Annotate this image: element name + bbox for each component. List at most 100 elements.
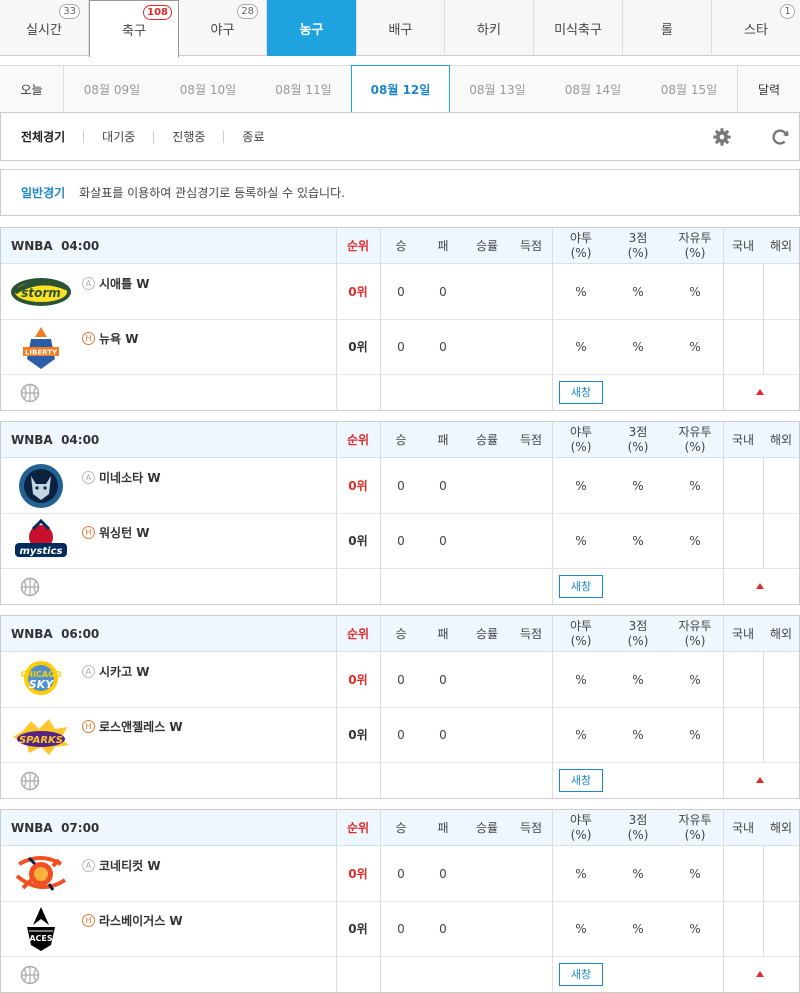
tab-football[interactable]: 미식축구 xyxy=(534,0,623,56)
date-tab[interactable]: 08월 13일 xyxy=(450,66,545,113)
game-table: WNBA 04:00 순위 승 패 승률 득점 야투 (%) 3점 (%) 자유투 (%) 국내 해외 A 시… xyxy=(0,227,800,411)
team-name[interactable]: 뉴욕 W xyxy=(99,330,139,347)
sparks-logo xyxy=(9,711,73,759)
filter-finished[interactable]: 종료 xyxy=(242,128,264,145)
team-rank: 0위 xyxy=(348,867,368,881)
tab-starcraft[interactable]: 스타 1 xyxy=(712,0,800,56)
home-marker: H xyxy=(82,526,95,539)
win-label: 승 xyxy=(395,626,407,641)
filter-waiting[interactable]: 대기중 xyxy=(102,128,135,145)
points-label: 득점 xyxy=(519,820,543,835)
field-goal-label: 야투 (%) xyxy=(569,619,593,648)
tab-realtime[interactable]: 실시간 33 xyxy=(0,0,89,56)
win-header: 승 xyxy=(381,228,421,264)
arrow-up-icon[interactable] xyxy=(756,971,764,977)
tab-label: 실시간 xyxy=(26,22,62,38)
field-goal-label: 야투 (%) xyxy=(569,813,593,842)
game-header: WNBA 07:00 순위 승 패 승률 득점 야투 (%) 3점 (%) 자유투 (%) 국내 해외 xyxy=(1,810,799,846)
team-3pt-pct: % xyxy=(632,728,644,742)
team-name[interactable]: 시카고 W xyxy=(99,663,150,680)
new-window-button[interactable]: 새창 xyxy=(559,381,603,404)
loss-header: 패 xyxy=(421,810,465,846)
team-row: H 워싱턴 W 0위 0 0%%% xyxy=(1,514,799,569)
gear-icon[interactable] xyxy=(711,126,733,148)
date-tab[interactable]: 08월 10일 xyxy=(160,66,256,113)
tab-baseball[interactable]: 야구 28 xyxy=(179,0,267,56)
tab-label: 배구 xyxy=(388,22,413,38)
date-tab[interactable]: 08월 14일 xyxy=(545,66,641,113)
three-point-label: 3점 (%) xyxy=(627,813,649,842)
date-tab-selected[interactable]: 08월 12일 xyxy=(351,65,450,113)
win-pct-header: 승률 xyxy=(465,422,509,458)
tab-soccer[interactable]: 축구 108 xyxy=(89,0,179,57)
team-name[interactable]: 라스베이거스 W xyxy=(99,912,183,929)
team-fg-pct: % xyxy=(575,285,587,299)
basketball-icon[interactable] xyxy=(20,965,40,985)
team-name[interactable]: 워싱턴 W xyxy=(99,524,150,541)
away-marker: A xyxy=(82,277,95,290)
win-header: 승 xyxy=(381,616,421,652)
basketball-icon[interactable] xyxy=(20,771,40,791)
overseas-header: 해외 xyxy=(763,810,799,846)
arrow-up-icon[interactable] xyxy=(756,389,764,395)
team-rank: 0위 xyxy=(348,340,368,354)
team-fg-pct: % xyxy=(575,479,587,493)
league-time: WNBA 06:00 xyxy=(11,616,99,652)
field-goal-header: 야투 (%) xyxy=(553,616,609,652)
team-rank: 0위 xyxy=(348,479,368,493)
points-header: 득점 xyxy=(509,616,553,652)
date-tab-today[interactable]: 오늘 xyxy=(0,66,64,113)
new-window-button[interactable]: 새창 xyxy=(559,769,603,792)
date-tab-calendar[interactable]: 달력 xyxy=(737,66,800,113)
tab-hockey[interactable]: 하키 xyxy=(445,0,534,56)
field-goal-header: 야투 (%) xyxy=(553,422,609,458)
team-name[interactable]: 시애틀 W xyxy=(99,275,150,292)
date-tab[interactable]: 08월 11일 xyxy=(256,66,351,113)
game-time: 07:00 xyxy=(61,821,100,835)
tab-lol[interactable]: 롤 xyxy=(623,0,712,56)
three-point-header: 3점 (%) xyxy=(609,810,667,846)
team-wins: 0 xyxy=(397,728,405,742)
points-header: 득점 xyxy=(509,228,553,264)
team-fg-pct: % xyxy=(575,728,587,742)
new-window-button[interactable]: 새창 xyxy=(559,575,603,598)
domestic-header: 국내 xyxy=(723,228,763,264)
aces-logo xyxy=(9,905,73,953)
arrow-up-icon[interactable] xyxy=(756,583,764,589)
team-losses: 0 xyxy=(439,285,447,299)
win-pct-label: 승률 xyxy=(475,432,499,447)
mystics-logo xyxy=(9,517,73,565)
new-window-button[interactable]: 새창 xyxy=(559,963,603,986)
loss-label: 패 xyxy=(437,432,449,447)
team-row: A 시카고 W 0위 0 0%%% xyxy=(1,653,799,708)
free-throw-header: 자유투 (%) xyxy=(667,616,723,652)
team-name[interactable]: 코네티컷 W xyxy=(99,857,161,874)
sun-logo xyxy=(9,850,73,898)
domestic-label: 국내 xyxy=(731,820,755,835)
tab-volleyball[interactable]: 배구 xyxy=(357,0,445,56)
points-header: 득점 xyxy=(509,422,553,458)
free-throw-header: 자유투 (%) xyxy=(667,228,723,264)
league-name: WNBA xyxy=(11,433,53,447)
rank-label: 순위 xyxy=(346,238,370,253)
basketball-icon[interactable] xyxy=(20,577,40,597)
tab-label: 야구 xyxy=(210,22,235,38)
sport-tabs: 실시간 33 축구 108 야구 28 농구 배구 하키 미식축구 롤 스타 1 xyxy=(0,0,800,57)
domestic-header: 국내 xyxy=(723,422,763,458)
basketball-icon[interactable] xyxy=(20,383,40,403)
league-name: WNBA xyxy=(11,821,53,835)
filter-all[interactable]: 전체경기 xyxy=(21,128,65,145)
arrow-up-icon[interactable] xyxy=(756,777,764,783)
rank-header: 순위 xyxy=(336,422,380,458)
filter-live[interactable]: 진행중 xyxy=(172,128,205,145)
overseas-label: 해외 xyxy=(769,238,793,253)
team-name[interactable]: 로스앤젤레스 W xyxy=(99,718,183,735)
date-tab[interactable]: 08월 09일 xyxy=(64,66,160,113)
tab-basketball[interactable]: 농구 xyxy=(267,0,357,56)
date-tabs: 오늘 08월 09일 08월 10일 08월 11일 08월 12일 08월 1… xyxy=(0,65,800,113)
away-marker: A xyxy=(82,859,95,872)
refresh-icon[interactable] xyxy=(769,126,791,148)
win-pct-label: 승률 xyxy=(475,626,499,641)
team-name[interactable]: 미네소타 W xyxy=(99,469,161,486)
date-tab[interactable]: 08월 15일 xyxy=(641,66,737,113)
